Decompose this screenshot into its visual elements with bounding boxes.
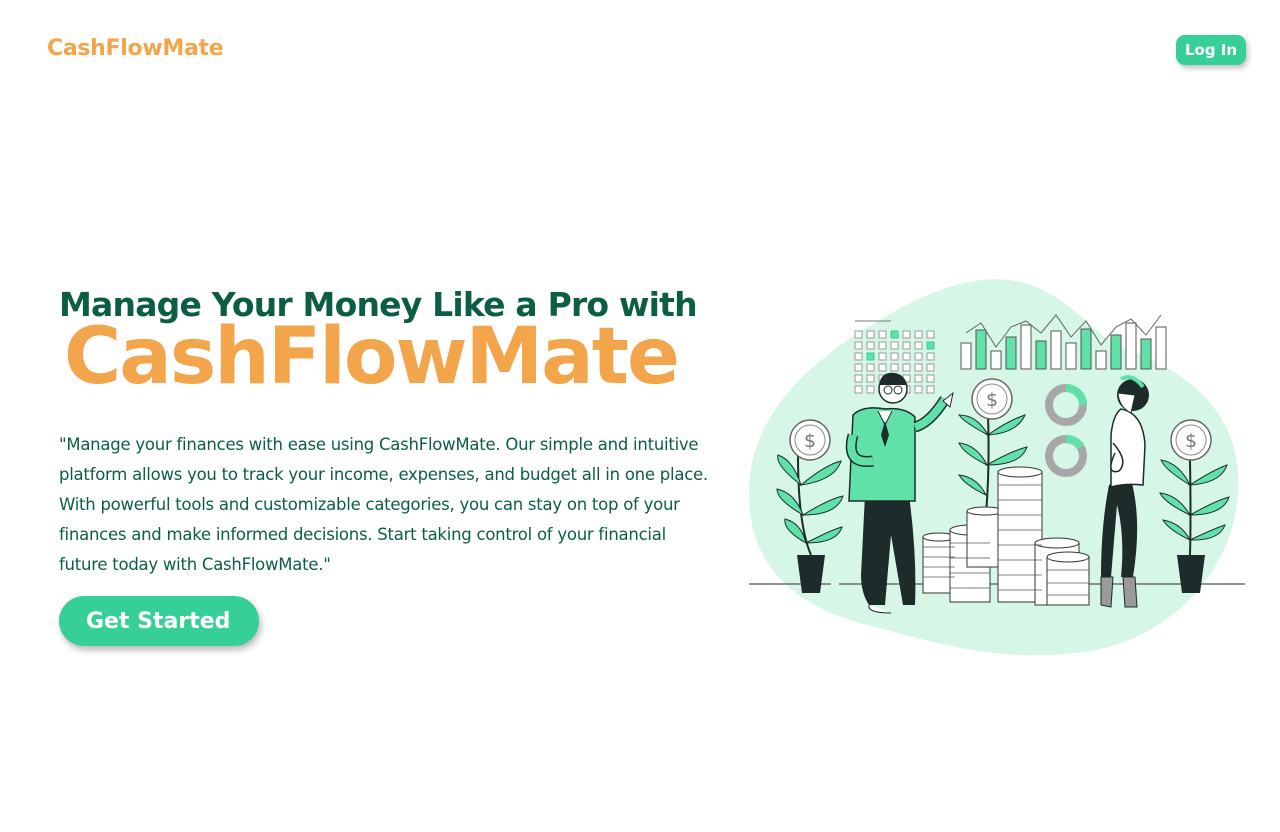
login-button[interactable]: Log In — [1176, 35, 1246, 65]
svg-text:$: $ — [1185, 430, 1197, 452]
hero-description: "Manage your finances with ease using Ca… — [59, 435, 708, 574]
get-started-button[interactable]: Get Started — [59, 596, 259, 646]
finance-illustration: $ $ $ — [748, 279, 1245, 656]
svg-text:$: $ — [986, 389, 998, 411]
hero-brand-title: CashFlowMate — [64, 312, 680, 402]
svg-text:$: $ — [804, 430, 816, 452]
brand-logo[interactable]: CashFlowMate — [47, 36, 224, 61]
